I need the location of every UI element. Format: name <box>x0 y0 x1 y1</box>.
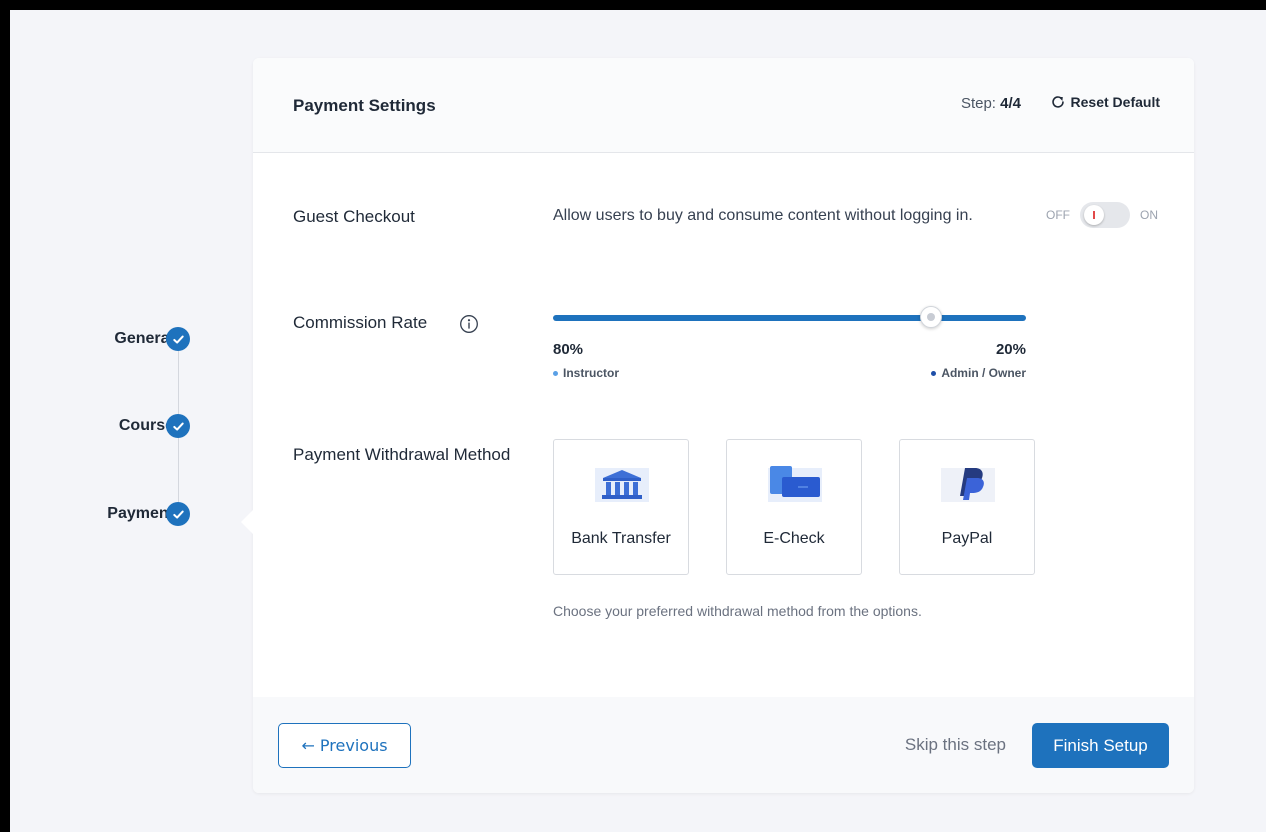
paypal-label: PayPal <box>941 530 993 547</box>
step-payment[interactable]: Payment <box>50 501 250 527</box>
guest-checkout-toggle-group: OFF ON <box>1046 202 1158 228</box>
active-step-pointer <box>241 510 253 534</box>
admin-dot <box>931 370 937 376</box>
step-general[interactable]: General <box>50 326 250 352</box>
admin-legend: Admin / Owner <box>931 366 1026 380</box>
setup-wizard: General Course Payment Payment Settings … <box>10 10 1266 832</box>
admin-label: Admin / Owner <box>941 366 1026 380</box>
method-e-check[interactable]: E-Check <box>726 439 862 575</box>
instructor-label: Instructor <box>563 366 620 380</box>
card-header: Payment Settings Step: 4/4 Reset Default <box>253 58 1194 153</box>
previous-button[interactable]: ← Previous <box>278 723 411 768</box>
check-icon <box>166 502 190 526</box>
guest-checkout-label: Guest Checkout <box>293 207 415 226</box>
instructor-legend: Instructor <box>553 366 619 380</box>
instructor-percent: 80% <box>553 341 584 358</box>
e-check-label: E-Check <box>763 530 825 547</box>
method-paypal[interactable]: PayPal <box>899 439 1035 575</box>
card-footer: ← Previous Skip this step Finish Setup <box>253 697 1194 793</box>
toggle-off-label: OFF <box>1046 208 1070 222</box>
withdrawal-method-options: Bank Transfer E-Check PayPal <box>553 439 1035 575</box>
admin-percent: 20% <box>995 341 1026 358</box>
step-value: 4/4 <box>1000 95 1021 112</box>
finish-setup-button[interactable]: Finish Setup <box>1032 723 1169 768</box>
step-course[interactable]: Course <box>50 413 250 439</box>
info-icon[interactable] <box>459 314 479 334</box>
check-icon <box>166 414 190 438</box>
refresh-icon <box>1051 96 1064 108</box>
step-prefix: Step: <box>960 95 996 112</box>
step-payment-label: Payment <box>107 505 174 522</box>
page-title: Payment Settings <box>293 96 436 115</box>
skip-step-button[interactable]: Skip this step <box>905 735 1006 755</box>
step-indicator: Step: 4/4 <box>961 95 1021 112</box>
reset-default-label: Reset Default <box>1070 94 1160 110</box>
guest-checkout-description: Allow users to buy and consume content w… <box>553 207 973 224</box>
reset-default-button[interactable]: Reset Default <box>1049 93 1160 111</box>
commission-slider-track[interactable] <box>553 315 1026 321</box>
payment-settings-card: Payment Settings Step: 4/4 Reset Default… <box>241 58 1194 793</box>
check-icon <box>166 327 190 351</box>
toggle-knob <box>1084 205 1104 225</box>
toggle-on-label: ON <box>1140 208 1158 222</box>
bank-icon <box>595 468 649 502</box>
paypal-icon <box>941 468 995 502</box>
guest-checkout-toggle[interactable] <box>1080 202 1130 228</box>
echeck-icon <box>768 466 822 502</box>
commission-rate-label: Commission Rate <box>293 313 428 332</box>
bank-transfer-label: Bank Transfer <box>571 530 671 547</box>
commission-slider-thumb[interactable] <box>920 306 943 328</box>
withdrawal-hint: Choose your preferred withdrawal method … <box>553 603 922 619</box>
withdrawal-method-label: Payment Withdrawal Method <box>293 445 511 464</box>
method-bank-transfer[interactable]: Bank Transfer <box>553 439 689 575</box>
instructor-dot <box>553 370 558 376</box>
